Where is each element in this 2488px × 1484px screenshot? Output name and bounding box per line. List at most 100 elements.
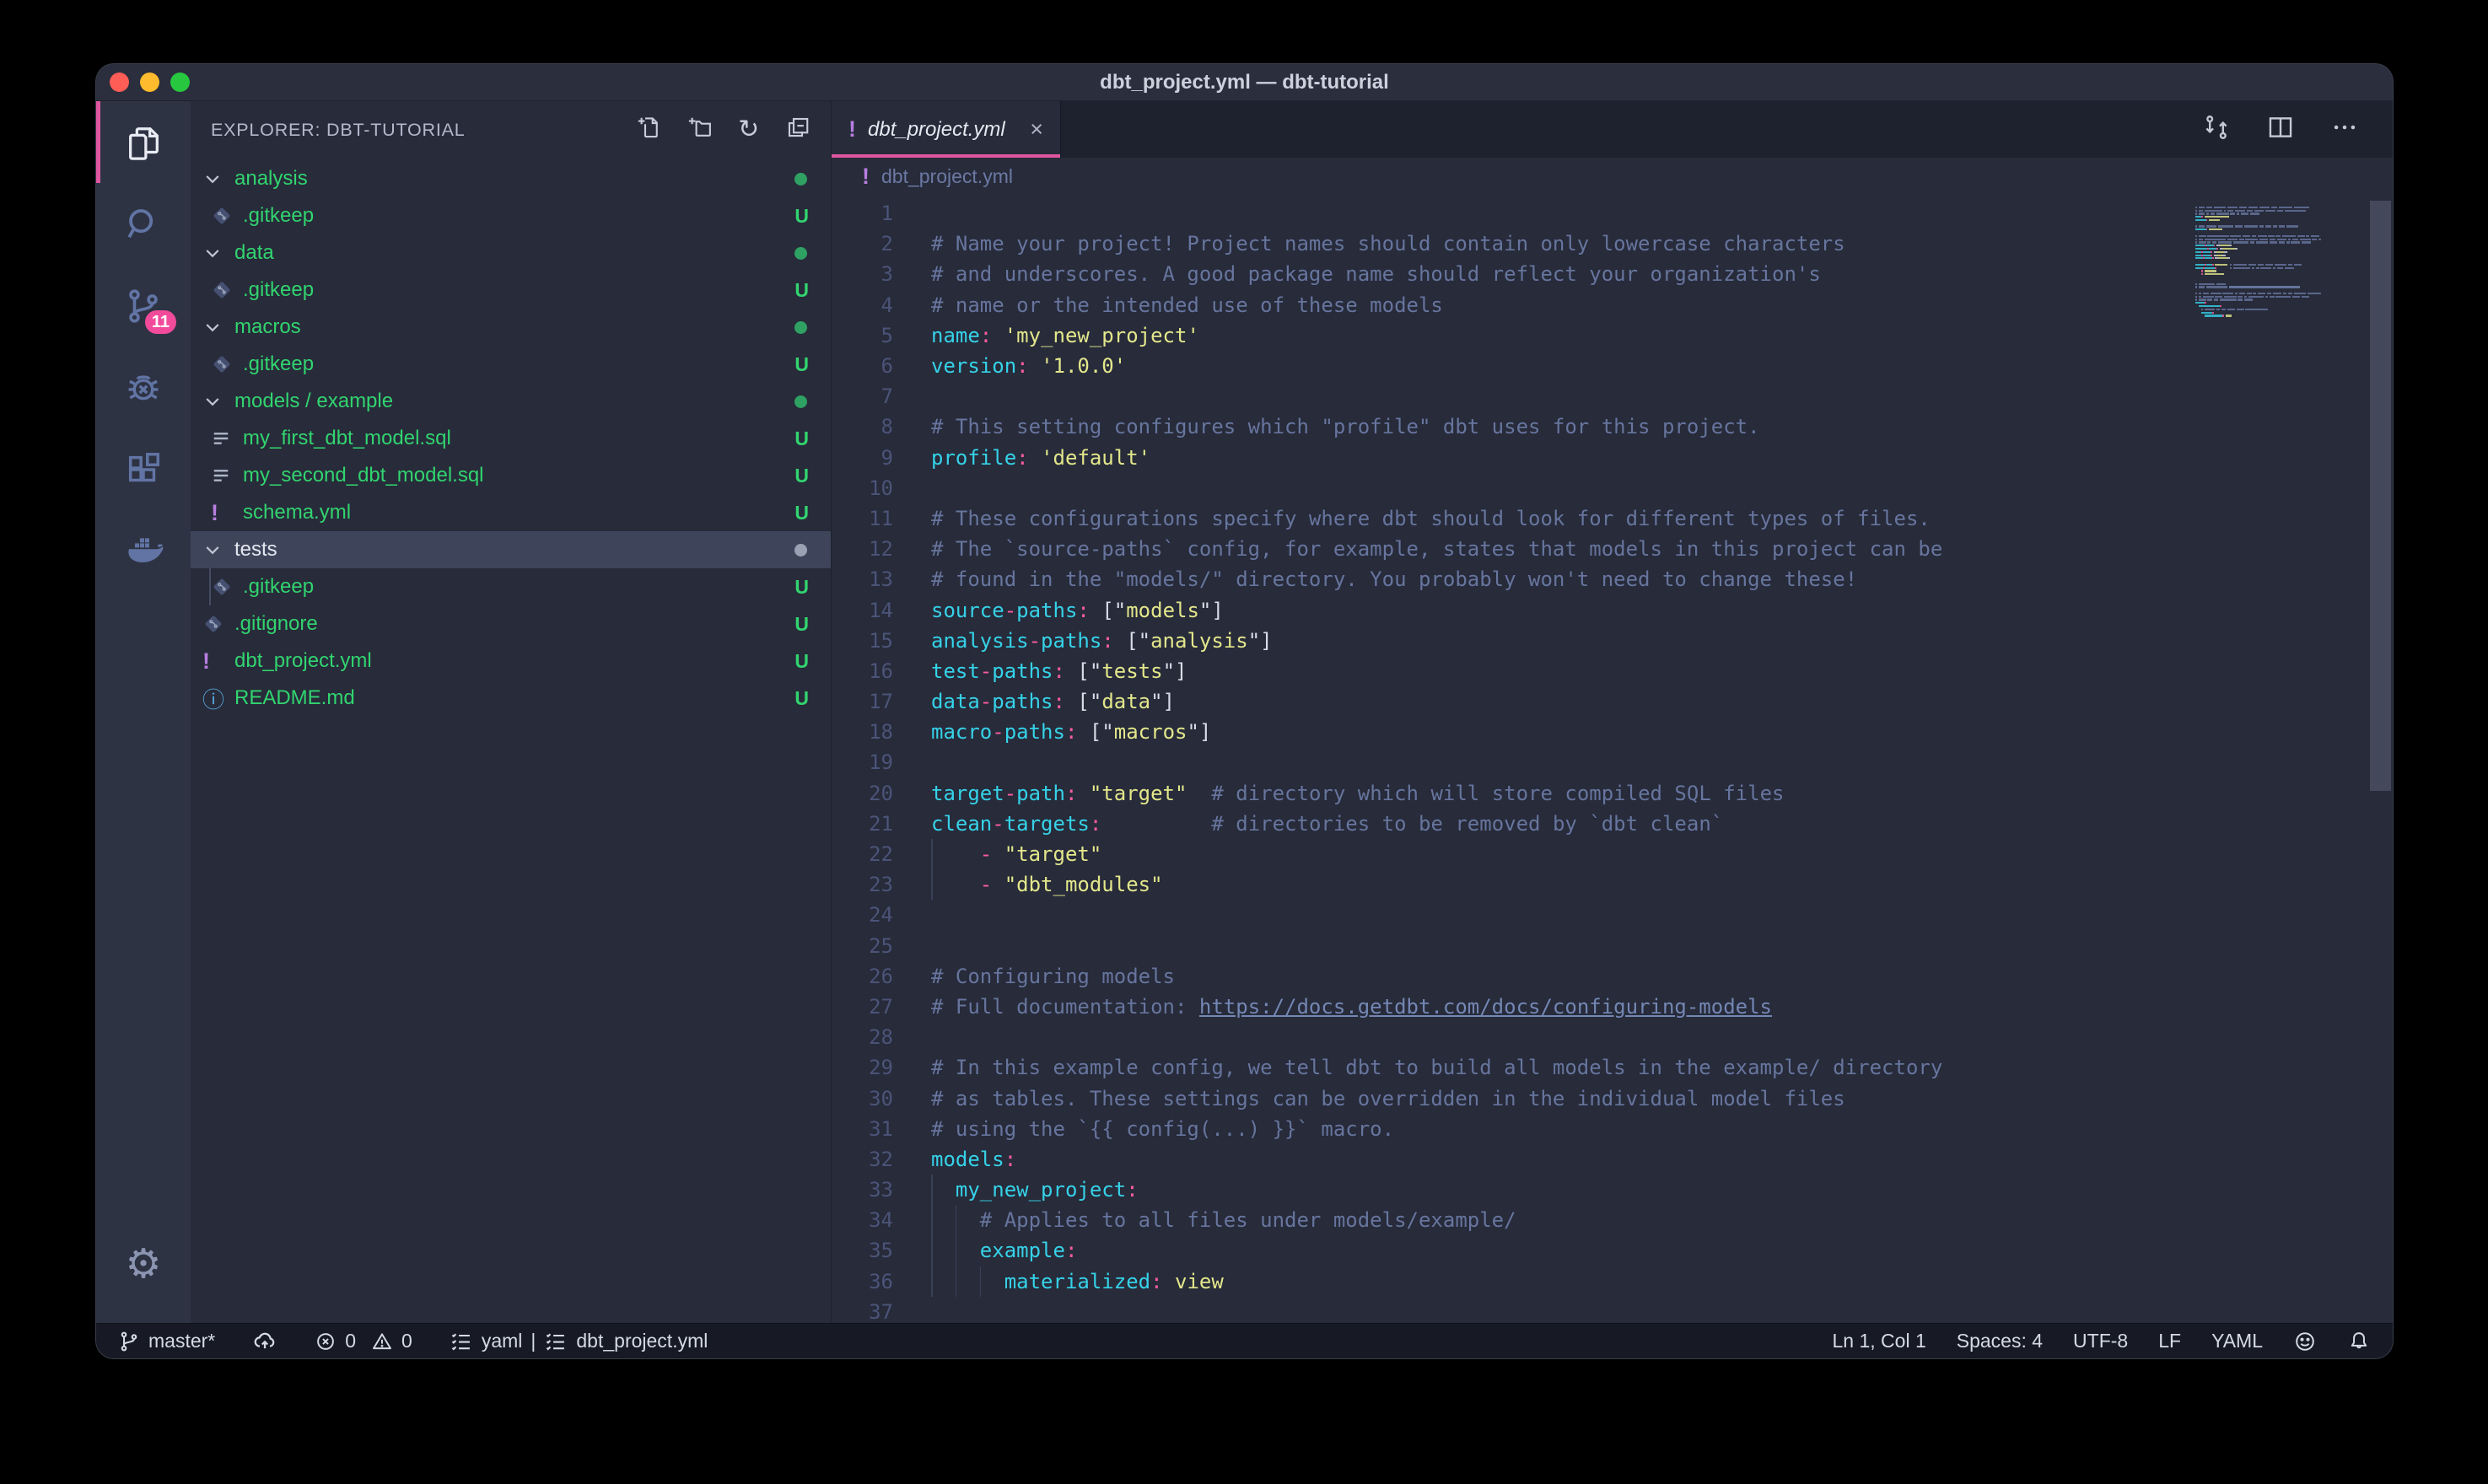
code-line-9[interactable]: 9profile: 'default' [832,443,2393,473]
close-window-button[interactable] [110,73,129,92]
tree-file-my-first-dbt-model-sql[interactable]: my_first_dbt_model.sqlU [191,420,831,457]
refresh-icon[interactable]: ↻ [738,117,760,142]
code-line-26[interactable]: 26# Configuring models [832,961,2393,992]
code-line-6[interactable]: 6version: '1.0.0' [832,351,2393,381]
docker-activity-button[interactable] [96,510,191,592]
code-line-3[interactable]: 3# and underscores. A good package name … [832,259,2393,289]
chevron-down-icon[interactable] [202,243,231,263]
close-tab-icon[interactable]: × [1030,116,1043,142]
code-line-14[interactable]: 14source-paths: ["models"] [832,594,2393,625]
code-line-12[interactable]: 12# The `source-paths` config, for examp… [832,534,2393,564]
code-line-34[interactable]: 34 # Applies to all files under models/e… [832,1205,2393,1235]
explorer-activity-button[interactable] [96,101,191,183]
code-line-32[interactable]: 32models: [832,1144,2393,1175]
debug-activity-button[interactable] [96,347,191,428]
extensions-activity-button[interactable] [96,428,191,510]
more-actions-icon[interactable] [2330,113,2359,146]
tree-file-gitignore[interactable]: .gitignoreU [191,605,831,643]
line-number: 11 [832,507,893,530]
yaml-schema-item[interactable]: yaml | dbt_project.yml [450,1330,708,1353]
code-line-25[interactable]: 25 [832,931,2393,961]
indentation-item[interactable]: Spaces: 4 [1957,1330,2043,1352]
source-control-activity-button[interactable]: 11 [96,265,191,347]
code-line-4[interactable]: 4# name or the intended use of these mod… [832,290,2393,320]
files-icon [124,123,163,162]
code-line-20[interactable]: 20target-path: "target" # directory whic… [832,778,2393,809]
split-editor-icon[interactable] [2266,113,2295,146]
code-line-10[interactable]: 10 [832,473,2393,503]
tree-file-gitkeep[interactable]: .gitkeepU [191,272,831,309]
tree-folder-data[interactable]: data [191,234,831,272]
git-branch-item[interactable]: master* [118,1330,215,1352]
tab-dbt-project-yml[interactable]: ! dbt_project.yml × [832,101,1061,158]
folder-label: models / example [234,390,393,413]
tree-folder-models-example[interactable]: models / example [191,383,831,420]
code-line-30[interactable]: 30# as tables. These settings can be ove… [832,1083,2393,1113]
tree-file-my-second-dbt-model-sql[interactable]: my_second_dbt_model.sqlU [191,457,831,494]
code-line-7[interactable]: 7 [832,381,2393,411]
code-line-35[interactable]: 35 example: [832,1235,2393,1266]
cursor-position-item[interactable]: Ln 1, Col 1 [1833,1330,1926,1352]
language-mode-item[interactable]: YAML [2211,1330,2263,1352]
code-line-17[interactable]: 17data-paths: ["data"] [832,686,2393,717]
file-label: my_second_dbt_model.sql [243,464,484,487]
indent-guide [956,1205,957,1235]
notifications-bell-icon[interactable] [2347,1330,2371,1353]
code-line-2[interactable]: 2# Name your project! Project names shou… [832,229,2393,259]
eol-item[interactable]: LF [2158,1330,2181,1352]
code-line-11[interactable]: 11# These configurations specify where d… [832,503,2393,534]
code-line-19[interactable]: 19 [832,747,2393,777]
encoding-item[interactable]: UTF-8 [2073,1330,2128,1352]
code-line-36[interactable]: 36 materialized: view [832,1266,2393,1297]
new-folder-button[interactable] [687,115,713,145]
code-line-24[interactable]: 24 [832,900,2393,930]
breadcrumb[interactable]: ! dbt_project.yml [832,158,2393,195]
tree-file-schema-yml[interactable]: !schema.ymlU [191,494,831,531]
settings-gear-button[interactable]: ⚙ [96,1240,191,1288]
breadcrumb-filename[interactable]: dbt_project.yml [881,165,1013,188]
code-line-22[interactable]: 22 - "target" [832,839,2393,869]
code-line-15[interactable]: 15analysis-paths: ["analysis"] [832,626,2393,656]
tree-folder-analysis[interactable]: analysis [191,160,831,197]
open-changes-icon[interactable] [2202,113,2231,146]
code-line-13[interactable]: 13# found in the "models/" directory. Yo… [832,564,2393,594]
chevron-down-icon[interactable] [202,391,231,411]
editor-scrollbar-thumb[interactable] [2370,201,2391,791]
code-line-33[interactable]: 33 my_new_project: [832,1175,2393,1205]
file-label: README.md [234,686,355,710]
chevron-down-icon[interactable] [202,317,231,337]
indent-guide [931,1205,933,1235]
new-file-button[interactable] [637,115,662,145]
minimap[interactable] [2195,203,2364,321]
sync-changes-item[interactable] [252,1329,277,1354]
tree-file-gitkeep[interactable]: .gitkeepU [191,346,831,383]
tree-folder-tests[interactable]: tests [191,531,831,568]
problems-item[interactable]: 0 0 [315,1330,412,1352]
code-line-28[interactable]: 28 [832,1022,2393,1052]
zoom-window-button[interactable] [170,73,190,92]
code-line-27[interactable]: 27# Full documentation: https://docs.get… [832,992,2393,1022]
tree-file-dbt-project-yml[interactable]: !dbt_project.ymlU [191,643,831,680]
tree-folder-macros[interactable]: macros [191,309,831,346]
tree-file-gitkeep[interactable]: .gitkeepU [191,197,831,234]
code-line-1[interactable]: 1 [832,198,2393,229]
collapse-folders-button[interactable] [785,115,810,145]
git-untracked-badge: U [794,205,809,228]
code-editor[interactable]: 12# Name your project! Project names sho… [832,195,2393,1323]
code-line-18[interactable]: 18macro-paths: ["macros"] [832,717,2393,747]
code-line-16[interactable]: 16test-paths: ["tests"] [832,656,2393,686]
minimize-window-button[interactable] [140,73,159,92]
tree-file-gitkeep[interactable]: .gitkeepU [191,568,831,605]
search-activity-button[interactable] [96,183,191,265]
code-line-23[interactable]: 23 - "dbt_modules" [832,869,2393,900]
code-line-31[interactable]: 31# using the `{{ config(...) }}` macro. [832,1114,2393,1144]
chevron-down-icon[interactable] [202,540,231,560]
code-line-29[interactable]: 29# In this example config, we tell dbt … [832,1052,2393,1083]
code-line-37[interactable]: 37 [832,1297,2393,1323]
tree-file-readme-md[interactable]: ⓘREADME.mdU [191,680,831,717]
code-line-21[interactable]: 21clean-targets: # directories to be rem… [832,809,2393,839]
code-line-8[interactable]: 8# This setting configures which "profil… [832,411,2393,442]
feedback-smiley-icon[interactable] [2293,1330,2317,1353]
code-line-5[interactable]: 5name: 'my_new_project' [832,320,2393,351]
chevron-down-icon[interactable] [202,169,231,189]
